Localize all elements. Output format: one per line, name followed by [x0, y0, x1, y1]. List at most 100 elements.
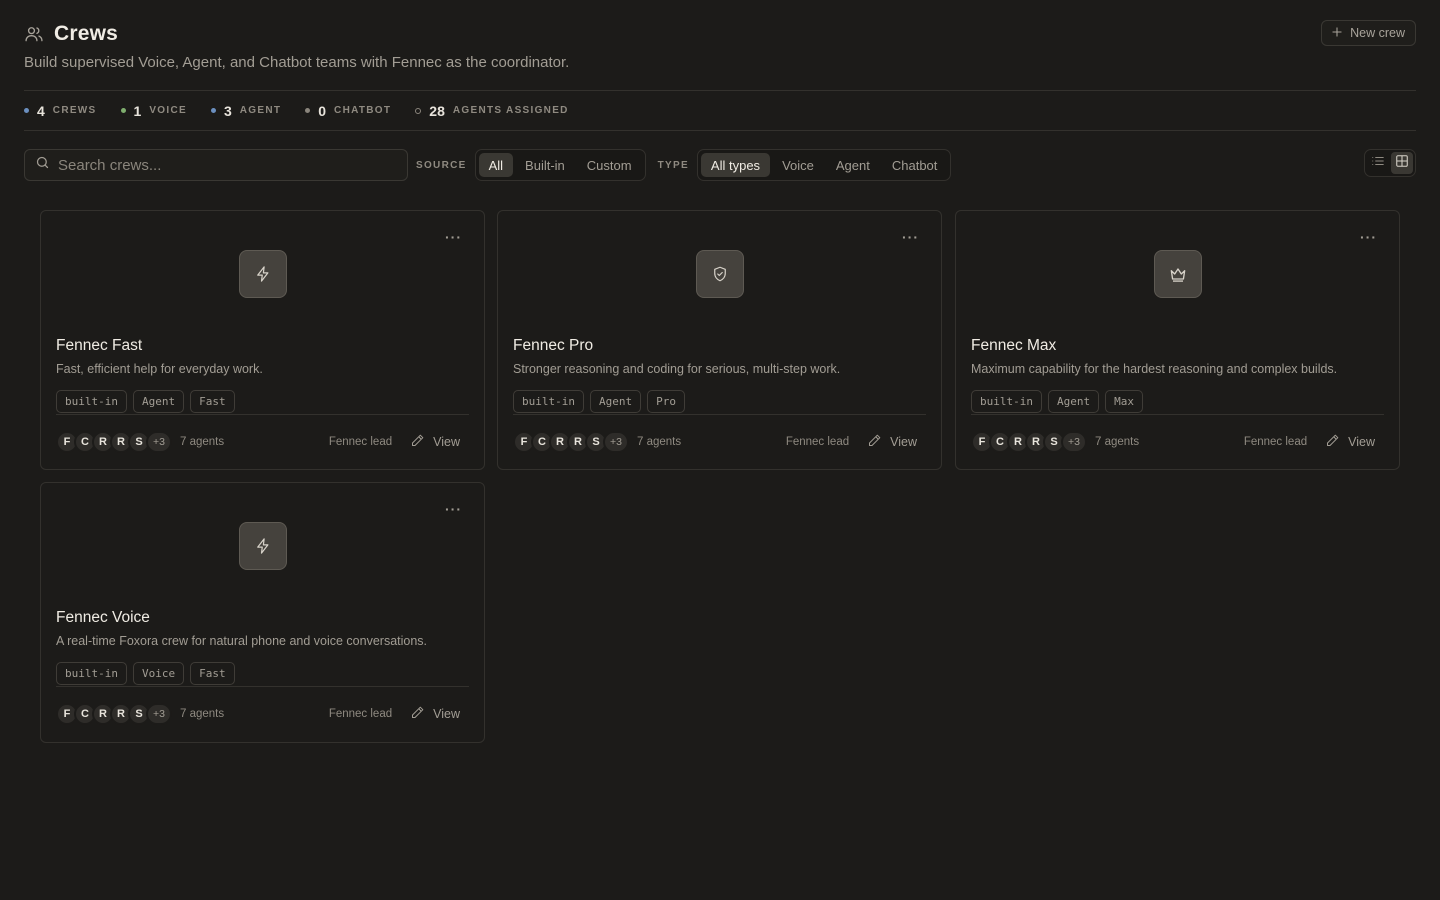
crew-name: Fennec Max: [971, 337, 1057, 354]
stat-dot: [120, 108, 126, 113]
crew-description: Stronger reasoning and coding for seriou…: [513, 362, 841, 376]
crew-tag: Agent: [589, 390, 642, 413]
search-box[interactable]: [24, 149, 408, 181]
view-label: View: [1348, 435, 1375, 449]
new-crew-label: New crew: [1350, 26, 1405, 40]
page-subtitle: Build supervised Voice, Agent, and Chatb…: [24, 54, 570, 71]
stat-dot: [305, 108, 311, 113]
card-footer: FCRRS +3 7 agents Fennec lead View: [56, 701, 460, 727]
source-filter: All Built-in Custom: [474, 149, 646, 181]
source-option-custom[interactable]: Custom: [577, 153, 642, 177]
crew-card[interactable]: ··· Fennec Max Maximum capability for th…: [955, 210, 1400, 470]
stat-label: AGENT: [239, 105, 282, 116]
stat-crews: 4 CREWS: [24, 103, 97, 119]
view-crew-button[interactable]: View: [410, 705, 460, 723]
pencil-icon: [867, 433, 882, 451]
crew-tag: built-in: [56, 662, 127, 685]
lightning-icon: [238, 522, 287, 570]
stat-agents-assigned: 28 AGENTS ASSIGNED: [415, 103, 568, 119]
more-options-icon[interactable]: ···: [445, 501, 462, 517]
crew-description: A real-time Foxora crew for natural phon…: [56, 634, 428, 648]
stat-value: 4: [37, 102, 45, 119]
type-option-all-types[interactable]: All types: [700, 153, 771, 177]
crew-lead: Fennec lead: [328, 436, 393, 448]
more-options-icon[interactable]: ···: [902, 229, 919, 245]
new-crew-button[interactable]: New crew: [1321, 20, 1416, 46]
crew-tags: built-in Agent Fast: [56, 390, 235, 413]
crew-description: Fast, efficient help for everyday work.: [56, 362, 263, 376]
crew-tag: Fast: [190, 662, 235, 685]
agent-count: 7 agents: [1095, 436, 1140, 448]
crew-name: Fennec Fast: [56, 337, 143, 354]
more-agents-badge: +3: [603, 431, 629, 453]
more-options-icon[interactable]: ···: [1360, 229, 1377, 245]
grid-view-button[interactable]: [1391, 152, 1413, 174]
agent-avatars: FCRRS +3: [513, 431, 629, 453]
type-option-chatbot[interactable]: Chatbot: [882, 153, 948, 177]
type-filter-label: TYPE: [657, 159, 689, 171]
users-icon: [24, 24, 44, 44]
stat-voice: 1 VOICE: [120, 103, 187, 119]
type-option-voice[interactable]: Voice: [772, 153, 824, 177]
crew-description: Maximum capability for the hardest reaso…: [971, 362, 1338, 376]
crew-lead: Fennec lead: [328, 708, 393, 720]
agent-count: 7 agents: [180, 708, 225, 720]
agent-avatars: FCRRS +3: [56, 431, 172, 453]
stat-value: 0: [318, 102, 327, 119]
view-crew-button[interactable]: View: [410, 433, 460, 451]
view-label: View: [890, 435, 917, 449]
crew-tags: built-in Agent Max: [971, 390, 1143, 413]
source-option-built-in[interactable]: Built-in: [515, 153, 575, 177]
crew-lead: Fennec lead: [1243, 436, 1308, 448]
crew-tag: Fast: [190, 390, 235, 413]
card-divider: [513, 414, 926, 415]
stats-bar: 4 CREWS 1 VOICE 3 AGENT 0 CHATBOT 28 AGENTS ASSIG…: [24, 91, 1416, 131]
agent-count: 7 agents: [180, 436, 225, 448]
more-agents-badge: +3: [146, 703, 172, 725]
crew-tags: built-in Agent Pro: [513, 390, 685, 413]
stat-chatbot: 0 CHATBOT: [305, 103, 391, 119]
crew-card[interactable]: ··· Fennec Pro Stronger reasoning and co…: [497, 210, 942, 470]
crew-tag: built-in: [56, 390, 127, 413]
stat-dot: [210, 108, 216, 113]
crew-tag: Max: [1105, 390, 1143, 413]
card-footer: FCRRS +3 7 agents Fennec lead View: [56, 429, 460, 455]
type-filter: All types Voice Agent Chatbot: [696, 149, 952, 181]
stat-dot: [415, 107, 422, 114]
type-option-agent[interactable]: Agent: [826, 153, 880, 177]
crew-card[interactable]: ··· Fennec Voice A real-time Foxora crew…: [40, 482, 485, 743]
crown-icon: [1153, 250, 1202, 298]
search-icon: [35, 155, 50, 175]
page-title: Crews: [54, 22, 119, 45]
stat-label: VOICE: [149, 105, 187, 116]
stat-label: CREWS: [52, 105, 97, 116]
source-option-all[interactable]: All: [478, 153, 514, 177]
list-view-button[interactable]: [1367, 152, 1389, 174]
pencil-icon: [1325, 433, 1340, 451]
toolbar: SOURCE AllBuilt-inCustom TYPE All typesV…: [24, 131, 1416, 199]
view-toggle: [1364, 149, 1416, 177]
shield-check-icon: [695, 250, 744, 298]
card-footer: FCRRS +3 7 agents Fennec lead View: [513, 429, 917, 455]
stat-value: 28: [429, 102, 445, 119]
pencil-icon: [410, 705, 425, 723]
list-icon: [1371, 154, 1385, 173]
agent-avatars: FCRRS +3: [56, 703, 172, 725]
lightning-icon: [238, 250, 287, 298]
view-crew-button[interactable]: View: [1325, 433, 1375, 451]
crew-tags: built-in Voice Fast: [56, 662, 235, 685]
grid-icon: [1395, 154, 1409, 173]
crew-tag: Pro: [647, 390, 685, 413]
stat-value: 3: [223, 102, 232, 119]
more-agents-badge: +3: [146, 431, 172, 453]
crew-card[interactable]: ··· Fennec Fast Fast, efficient help for…: [40, 210, 485, 470]
plus-icon: [1330, 25, 1344, 42]
view-label: View: [433, 707, 460, 721]
more-options-icon[interactable]: ···: [445, 229, 462, 245]
pencil-icon: [410, 433, 425, 451]
view-crew-button[interactable]: View: [867, 433, 917, 451]
card-divider: [56, 686, 469, 687]
crews-page: Crews Build supervised Voice, Agent, and…: [0, 0, 1440, 900]
stat-agent: 3 AGENT: [210, 102, 282, 119]
search-input[interactable]: [58, 156, 397, 174]
